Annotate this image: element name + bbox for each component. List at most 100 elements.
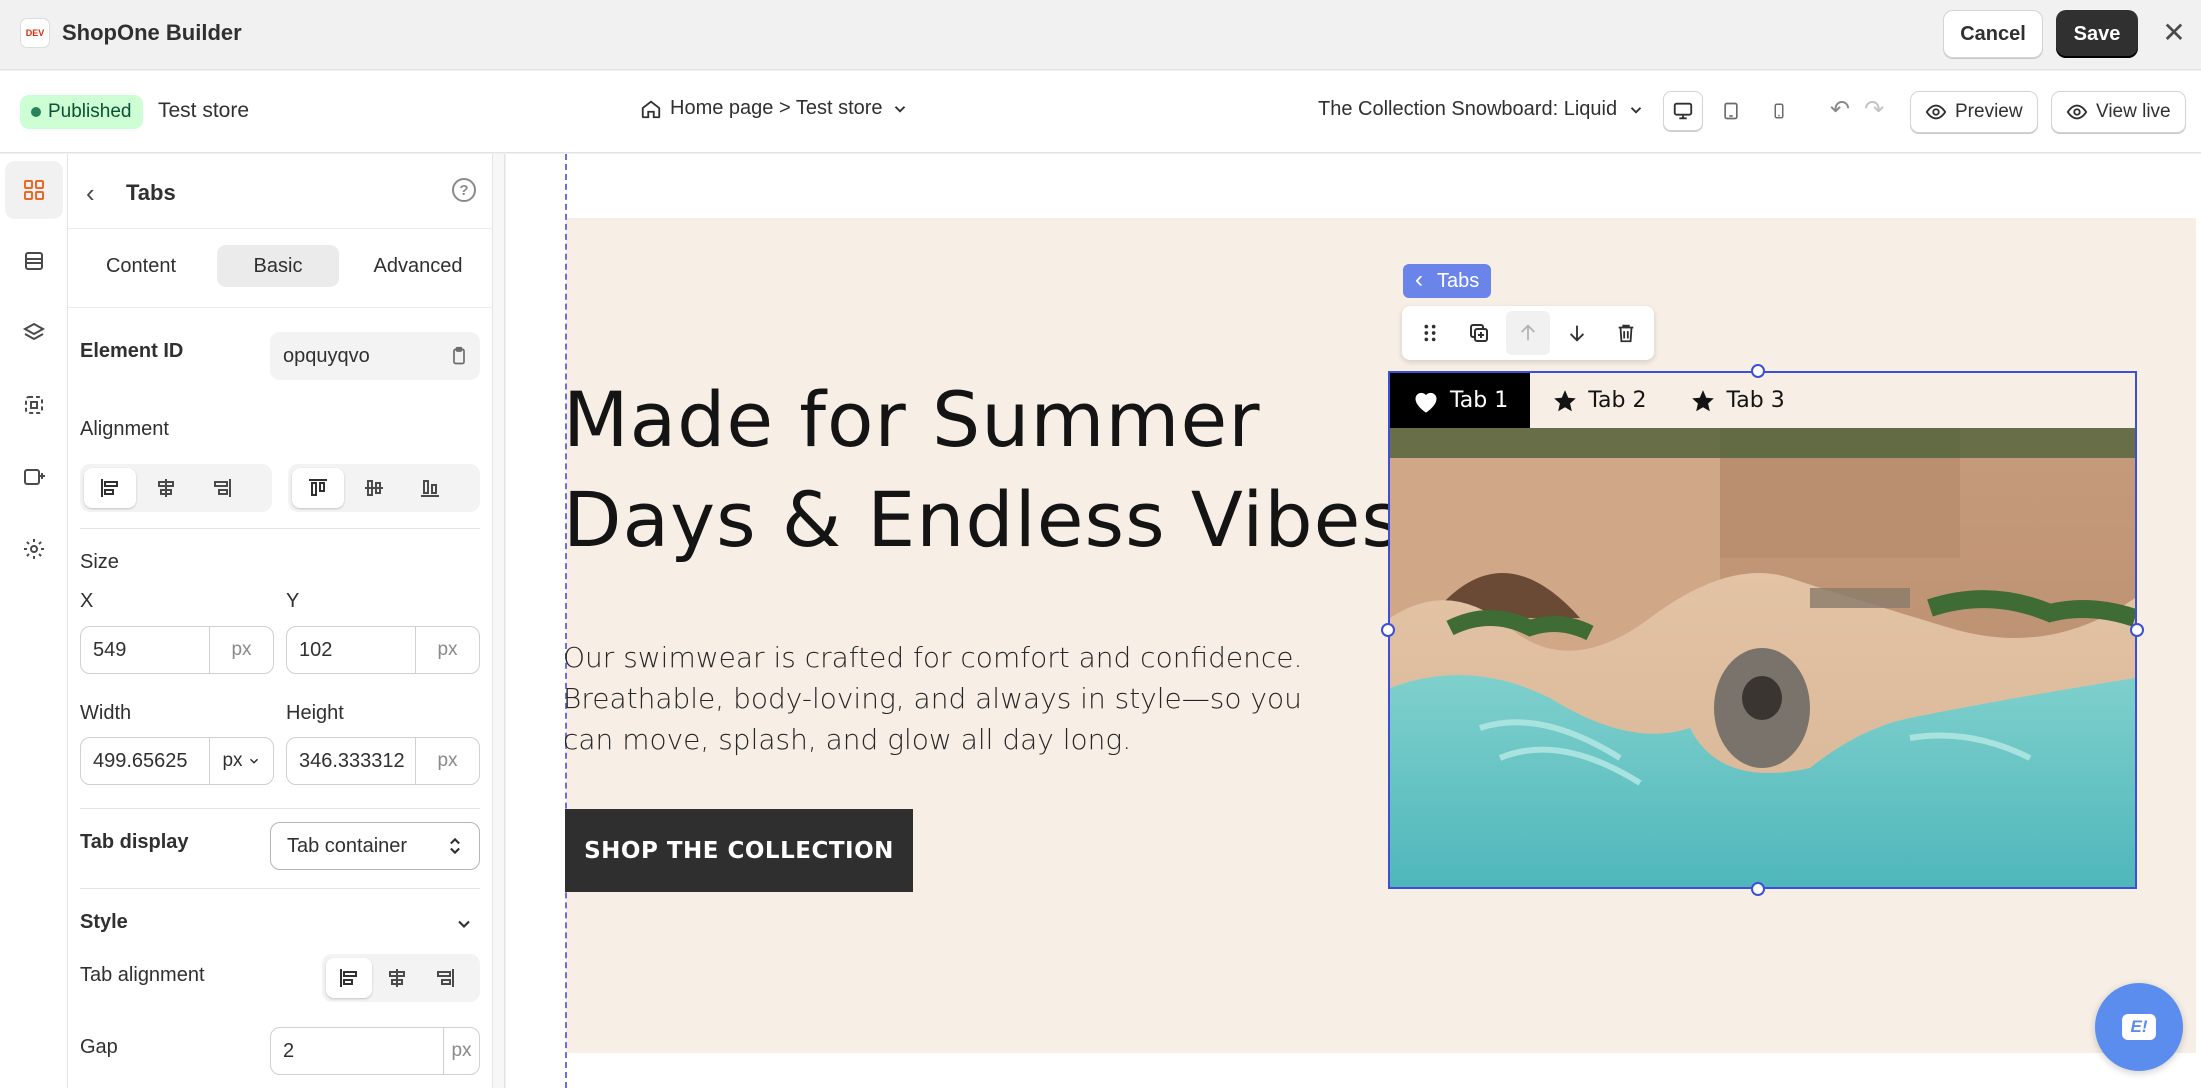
hero-headline-line: Made for Summer: [563, 375, 1261, 464]
view-live-button[interactable]: View live: [2051, 91, 2186, 133]
rail-settings[interactable]: [5, 520, 63, 578]
hero-headline-line: Days & Endless Vibes: [563, 475, 1402, 564]
rail-layers[interactable]: [5, 304, 63, 362]
product-selector[interactable]: The Collection Snowboard: Liquid: [1318, 98, 1645, 121]
shop-collection-button[interactable]: SHOP THE COLLECTION: [565, 809, 913, 892]
tab-align-left-button[interactable]: [326, 958, 372, 998]
align-center-button[interactable]: [140, 468, 192, 508]
align-top-button[interactable]: [292, 468, 344, 508]
hero-headline[interactable]: Made for Summer Days & Endless Vibes: [563, 370, 1402, 570]
chevron-down-icon: [1630, 106, 1642, 114]
alignment-guide: [565, 154, 567, 1088]
gear-icon: [24, 539, 44, 559]
align-right-button[interactable]: [196, 468, 248, 508]
tab-align-center-button[interactable]: [374, 958, 420, 998]
width-field[interactable]: 499.65625 px: [80, 737, 274, 785]
divider: [80, 808, 480, 809]
page-selector[interactable]: Home page > Test store: [640, 97, 909, 120]
store-name: Test store: [158, 99, 250, 122]
preview-button[interactable]: Preview: [1910, 91, 2038, 133]
chevron-down-icon[interactable]: [454, 914, 474, 934]
resize-handle-left[interactable]: [1381, 623, 1395, 637]
delete-button[interactable]: [1605, 311, 1648, 355]
resize-handle-top[interactable]: [1751, 364, 1765, 378]
trash-icon: [1619, 324, 1634, 343]
align-left-icon: [101, 479, 118, 497]
align-middle-button[interactable]: [348, 468, 400, 508]
layers-icon: [22, 322, 46, 341]
chat-support-button[interactable]: E!: [2095, 983, 2183, 1071]
panel-tabs: Content Basic Advanced: [68, 228, 493, 308]
align-bottom-icon: [421, 480, 439, 497]
resize-handle-bottom[interactable]: [1751, 882, 1765, 896]
help-icon[interactable]: ?: [452, 178, 476, 202]
redo-icon[interactable]: ↷: [1864, 95, 1884, 124]
chevron-down-icon: [249, 758, 258, 764]
tab-advanced[interactable]: Advanced: [356, 245, 480, 287]
height-unit: px: [415, 738, 479, 784]
rail-add-page[interactable]: [5, 448, 63, 506]
view-live-label: View live: [2096, 101, 2171, 122]
undo-icon[interactable]: ↶: [1830, 95, 1850, 124]
move-up-button[interactable]: [1506, 311, 1550, 355]
arrow-down-icon: [1570, 325, 1585, 342]
divider: [80, 528, 480, 529]
align-top-icon: [309, 479, 327, 496]
tab-display-select[interactable]: Tab container: [270, 822, 480, 870]
element-toolbar: [1402, 306, 1654, 360]
tab-basic[interactable]: Basic: [217, 245, 339, 287]
product-selector-label: The Collection Snowboard: Liquid: [1318, 98, 1618, 120]
drag-handle[interactable]: [1408, 311, 1451, 355]
close-icon[interactable]: ✕: [2158, 16, 2190, 48]
rail-templates[interactable]: [5, 376, 63, 434]
top-bar: DEV ShopOne Builder Cancel Save ✕: [0, 0, 2201, 70]
y-field[interactable]: 102 px: [286, 626, 480, 674]
rail-sections[interactable]: [5, 232, 63, 290]
back-icon[interactable]: ‹: [86, 178, 95, 209]
height-value: 346.333312: [299, 749, 405, 772]
style-section-label: Style: [80, 911, 128, 933]
page-selector-label: Home page > Test store: [670, 97, 883, 119]
element-breadcrumb-chip[interactable]: Tabs: [1403, 264, 1492, 298]
align-right-icon: [437, 969, 454, 987]
clipboard-icon[interactable]: [449, 346, 469, 366]
duplicate-button[interactable]: [1457, 311, 1500, 355]
save-button[interactable]: Save: [2056, 10, 2138, 58]
horizontal-alignment: [80, 464, 272, 512]
history-controls: ↶ ↷: [1830, 95, 1884, 124]
tab-display-value: Tab container: [287, 834, 408, 857]
chevron-down-icon: [894, 105, 905, 113]
tab-content[interactable]: Content: [82, 245, 200, 287]
panel-scrollbar[interactable]: [493, 154, 505, 1088]
height-field[interactable]: 346.333312 px: [286, 737, 480, 785]
resize-handle-right[interactable]: [2130, 623, 2144, 637]
gap-unit: px: [443, 1028, 479, 1074]
height-label: Height: [286, 702, 344, 724]
tab-display-label: Tab display: [80, 831, 189, 853]
element-id-field[interactable]: opquyqvo: [270, 332, 480, 380]
tab-alignment-control: [322, 954, 480, 1002]
mobile-view-button[interactable]: [1759, 91, 1799, 131]
elements-icon: [24, 180, 44, 200]
drag-icon: [1424, 324, 1436, 342]
gap-label: Gap: [80, 1036, 118, 1058]
move-down-button[interactable]: [1556, 311, 1599, 355]
rail-elements[interactable]: [5, 161, 63, 219]
width-value: 499.65625: [93, 749, 188, 772]
width-unit-select[interactable]: px: [209, 738, 273, 784]
align-center-icon: [158, 479, 174, 497]
tablet-view-button[interactable]: [1711, 91, 1751, 131]
chevron-up-down-icon: [450, 837, 460, 855]
desktop-view-button[interactable]: [1663, 91, 1703, 131]
cancel-button[interactable]: Cancel: [1943, 10, 2043, 58]
tab-align-right-button[interactable]: [422, 958, 468, 998]
align-bottom-button[interactable]: [404, 468, 456, 508]
hero-body-text[interactable]: Our swimwear is crafted for comfort and …: [563, 637, 1353, 760]
sections-icon: [25, 252, 43, 270]
gap-field[interactable]: 2 px: [270, 1027, 480, 1075]
tab-alignment-label: Tab alignment: [80, 964, 205, 986]
preview-label: Preview: [1955, 101, 2023, 122]
x-field[interactable]: 549 px: [80, 626, 274, 674]
align-left-button[interactable]: [84, 468, 136, 508]
desktop-icon: [1673, 102, 1693, 120]
